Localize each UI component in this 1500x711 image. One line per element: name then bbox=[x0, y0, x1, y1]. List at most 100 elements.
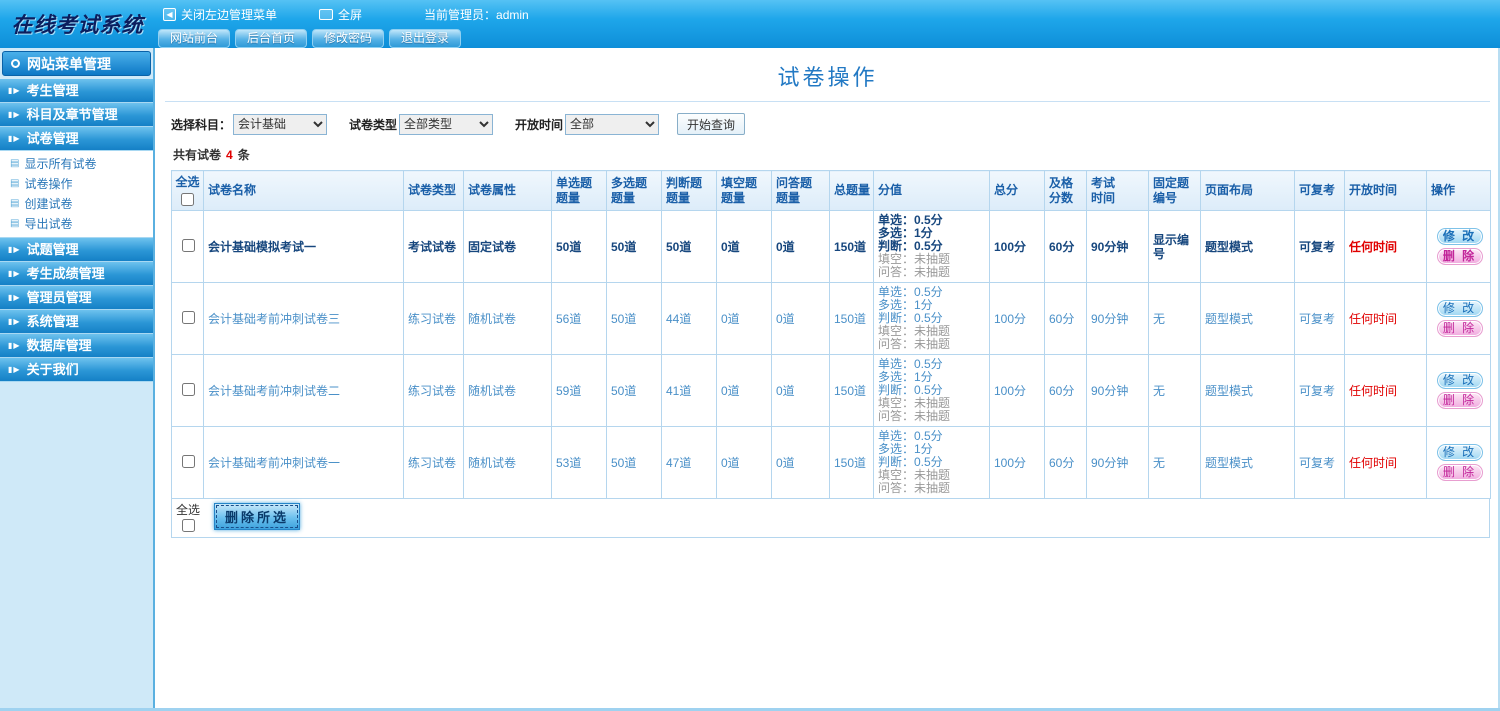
column-header: 判断题 题量 bbox=[661, 170, 717, 211]
sidebar-item[interactable]: ▮▶ 数据库管理 bbox=[0, 334, 153, 358]
cell-total-score: 100分 bbox=[989, 282, 1045, 355]
cell-duration: 90分钟 bbox=[1086, 282, 1149, 355]
cell-page-layout: 题型模式 bbox=[1200, 354, 1295, 427]
sidebar-item[interactable]: ▮▶ 管理员管理 bbox=[0, 286, 153, 310]
list-icon: ▤ bbox=[10, 198, 20, 209]
delete-button[interactable]: 删 除 bbox=[1436, 392, 1483, 409]
sidebar-item-label: 试卷管理 bbox=[26, 131, 79, 146]
cell-multi-count: 50道 bbox=[606, 210, 662, 283]
score-line: 问答：未抽题 bbox=[878, 337, 951, 351]
sidebar-item[interactable]: ▮▶ 科目及章节管理 bbox=[0, 103, 153, 127]
cell-duration: 90分钟 bbox=[1086, 354, 1149, 427]
page-title: 试卷操作 bbox=[165, 48, 1490, 102]
sidebar-subitem[interactable]: ▤ 创建试卷 bbox=[0, 194, 153, 214]
modify-button[interactable]: 修 改 bbox=[1436, 372, 1483, 389]
cell-single-count: 59道 bbox=[551, 354, 607, 427]
cell-open-time: 任何时间 bbox=[1344, 210, 1427, 283]
cell-operations: 修 改删 除 bbox=[1426, 426, 1491, 499]
top-tab[interactable]: 后台首页 bbox=[235, 29, 308, 48]
cell-fixed-number: 无 bbox=[1148, 354, 1201, 427]
fullscreen-button[interactable]: 全屏 bbox=[319, 6, 362, 23]
cell-page-layout: 题型模式 bbox=[1200, 282, 1295, 355]
cell-score-values: 单选：0.5分 多选：1分 判断：0.5分 填空：未抽题 问答：未抽题 bbox=[873, 354, 990, 427]
sidebar-item-label: 考生成绩管理 bbox=[26, 266, 105, 281]
filter-bar: 选择科目： 会计基础 试卷类型 全部类型 开放时间 全部 开始查询 bbox=[157, 102, 1498, 135]
cell-duration: 90分钟 bbox=[1086, 210, 1149, 283]
cell-total-count: 150道 bbox=[829, 210, 874, 283]
subject-select[interactable]: 会计基础 bbox=[233, 113, 328, 135]
table-row: 会计基础考前冲刺试卷三 练习试卷 随机试卷 56道 50道 44道 0道 0道 150道 单选：0… bbox=[171, 282, 1491, 355]
column-header: 总分 bbox=[989, 170, 1045, 211]
cell-fill-count: 0道 bbox=[716, 282, 772, 355]
cell-operations: 修 改删 除 bbox=[1426, 354, 1491, 427]
sidebar-item-label: 系统管理 bbox=[26, 314, 79, 329]
top-tab[interactable]: 修改密码 bbox=[312, 29, 385, 48]
modify-button[interactable]: 修 改 bbox=[1436, 228, 1483, 245]
cell-judge-count: 41道 bbox=[661, 354, 717, 427]
sidebar-item[interactable]: ▮▶ 考生管理 bbox=[0, 79, 153, 103]
menu-arrow-icon: ▮▶ bbox=[8, 269, 21, 278]
column-header: 填空题 题量 bbox=[716, 170, 772, 211]
cell-paper-attr: 固定试卷 bbox=[463, 210, 552, 283]
row-checkbox[interactable] bbox=[182, 310, 195, 324]
sidebar-item[interactable]: ▮▶ 关于我们 bbox=[0, 358, 153, 382]
column-header: 及格 分数 bbox=[1044, 170, 1087, 211]
list-icon: ▤ bbox=[10, 158, 20, 169]
delete-button[interactable]: 删 除 bbox=[1436, 320, 1483, 337]
cell-single-count: 56道 bbox=[551, 282, 607, 355]
row-checkbox[interactable] bbox=[182, 382, 195, 396]
cell-checkbox bbox=[171, 282, 204, 355]
modify-button[interactable]: 修 改 bbox=[1436, 300, 1483, 317]
cell-single-count: 53道 bbox=[551, 426, 607, 499]
column-header: 试卷类型 bbox=[403, 170, 464, 211]
delete-button[interactable]: 删 除 bbox=[1436, 464, 1483, 481]
cell-open-time: 任何时间 bbox=[1344, 354, 1427, 427]
cell-checkbox bbox=[171, 426, 204, 499]
type-select[interactable]: 全部类型 bbox=[399, 113, 494, 135]
footer-select-all: 全选 bbox=[172, 501, 204, 532]
row-checkbox[interactable] bbox=[182, 238, 195, 252]
table-row: 会计基础考前冲刺试卷二 练习试卷 随机试卷 59道 50道 41道 0道 0道 150道 单选：0… bbox=[171, 354, 1491, 427]
delete-selected-button[interactable]: 删除所选 bbox=[214, 503, 301, 530]
query-button[interactable]: 开始查询 bbox=[677, 113, 746, 135]
sidebar-item[interactable]: ▮▶ 系统管理 bbox=[0, 310, 153, 334]
cell-fixed-number: 无 bbox=[1148, 426, 1201, 499]
cell-paper-type: 练习试卷 bbox=[403, 354, 464, 427]
column-header: 单选题 题量 bbox=[551, 170, 607, 211]
cell-single-count: 50道 bbox=[551, 210, 607, 283]
cell-duration: 90分钟 bbox=[1086, 426, 1149, 499]
subject-label: 选择科目： bbox=[171, 117, 232, 132]
column-header: 固定题 编号 bbox=[1148, 170, 1201, 211]
sidebar-item[interactable]: ▮▶ 考生成绩管理 bbox=[0, 262, 153, 286]
select-all-label: 全选 bbox=[175, 175, 200, 189]
cell-judge-count: 44道 bbox=[661, 282, 717, 355]
time-select[interactable]: 全部 bbox=[565, 113, 660, 135]
top-tab[interactable]: 网站前台 bbox=[158, 29, 231, 48]
menu-arrow-icon: ▮▶ bbox=[8, 341, 21, 350]
sidebar-subitem[interactable]: ▤ 试卷操作 bbox=[0, 174, 153, 194]
footer-select-all-checkbox[interactable] bbox=[181, 519, 195, 532]
collapse-menu-icon: ◀ bbox=[163, 7, 176, 21]
cell-fixed-number: 无 bbox=[1148, 282, 1201, 355]
column-header: 考试 时间 bbox=[1086, 170, 1149, 211]
cell-pass-score: 60分 bbox=[1044, 354, 1087, 427]
sidebar-item-label: 数据库管理 bbox=[26, 338, 92, 353]
list-icon: ▤ bbox=[10, 178, 20, 189]
delete-button[interactable]: 删 除 bbox=[1436, 248, 1483, 265]
sidebar-subitem[interactable]: ▤ 显示所有试卷 bbox=[0, 154, 153, 174]
cell-fill-count: 0道 bbox=[716, 354, 772, 427]
cell-retake: 可复考 bbox=[1294, 426, 1345, 499]
sidebar-item[interactable]: ▮▶ 试题管理 bbox=[0, 238, 153, 262]
column-header: 操作 bbox=[1426, 170, 1491, 211]
sidebar-item[interactable]: ▮▶ 试卷管理 bbox=[0, 127, 153, 151]
cell-multi-count: 50道 bbox=[606, 426, 662, 499]
sidebar-title-label: 网站菜单管理 bbox=[27, 55, 111, 72]
time-label: 开放时间 bbox=[515, 117, 564, 132]
select-all-checkbox[interactable] bbox=[181, 193, 194, 206]
cell-operations: 修 改删 除 bbox=[1426, 282, 1491, 355]
top-tab[interactable]: 退出登录 bbox=[389, 29, 462, 48]
row-checkbox[interactable] bbox=[182, 454, 195, 468]
sidebar-subitem[interactable]: ▤ 导出试卷 bbox=[0, 214, 153, 234]
modify-button[interactable]: 修 改 bbox=[1436, 444, 1483, 461]
collapse-menu-button[interactable]: ◀ 关闭左边管理菜单 bbox=[163, 6, 277, 23]
